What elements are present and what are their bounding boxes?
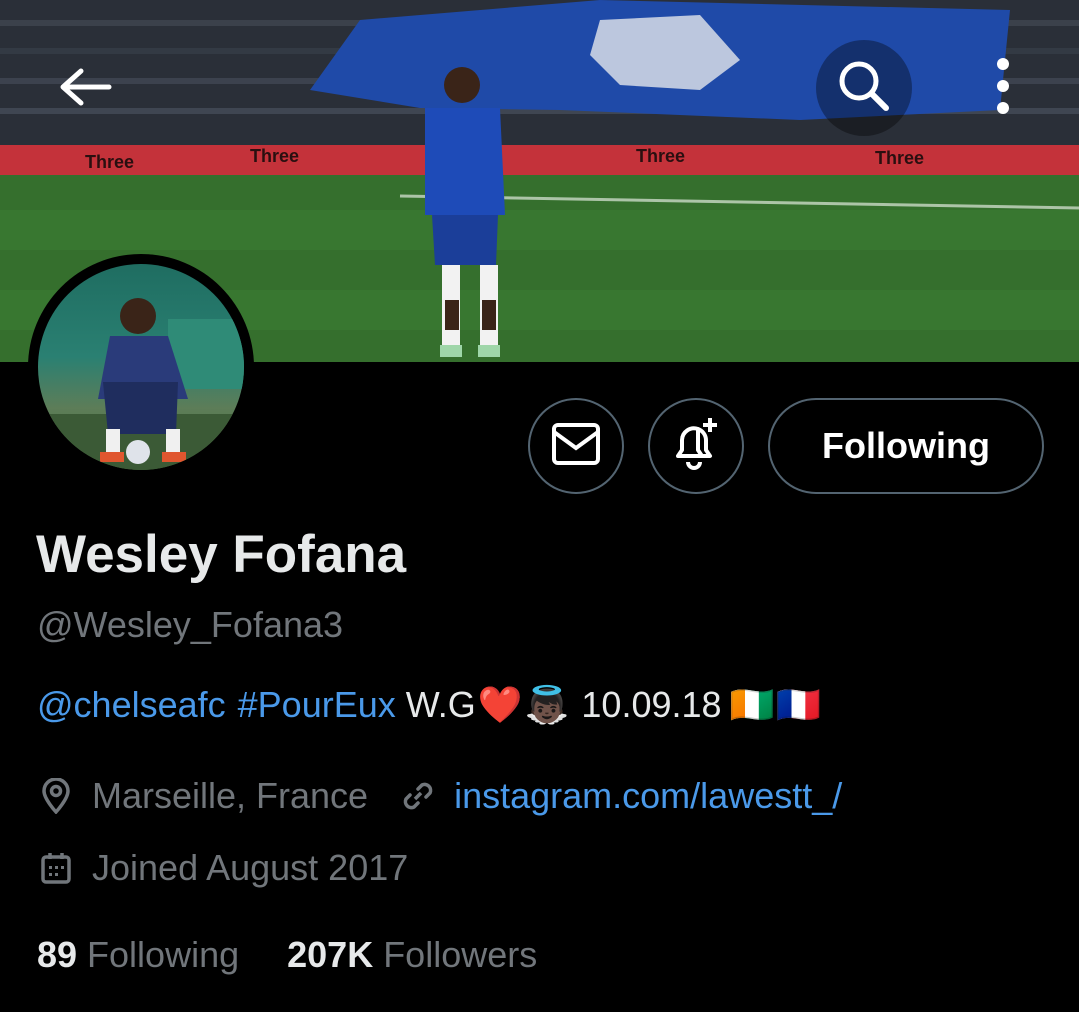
profile-meta-row: Marseille, France instagram.com/lawestt_… xyxy=(38,775,842,817)
location-pin-icon xyxy=(38,778,74,814)
followers-count: 207K xyxy=(287,934,374,975)
angel-emoji: 👼🏿 xyxy=(524,684,570,725)
followers-stat[interactable]: 207K Followers xyxy=(287,934,537,976)
flag-ivory-coast: 🇨🇮 xyxy=(729,684,775,725)
ad-board-3: Three xyxy=(636,146,685,166)
more-vertical-icon xyxy=(995,56,1011,121)
calendar-icon xyxy=(38,850,74,886)
envelope-icon xyxy=(551,422,601,471)
profile-website-link[interactable]: instagram.com/lawestt_/ xyxy=(454,775,842,817)
bell-plus-icon xyxy=(668,416,724,477)
followers-label: Followers xyxy=(383,934,538,975)
profile-joined-row: Joined August 2017 xyxy=(38,847,408,889)
following-button[interactable]: Following xyxy=(768,398,1044,494)
profile-joined-date: Joined August 2017 xyxy=(92,847,409,888)
profile-location: Marseille, France xyxy=(92,775,369,816)
search-button[interactable] xyxy=(816,40,912,136)
user-handle: @Wesley_Fofana3 xyxy=(37,604,344,645)
more-options-button[interactable] xyxy=(968,40,1038,136)
avatar-image xyxy=(38,264,244,470)
profile-stats: 89 Following 207K Followers xyxy=(37,934,585,976)
bio-mention-link[interactable]: @chelseafc xyxy=(37,684,226,726)
ad-board-2: Three xyxy=(250,146,299,166)
search-icon xyxy=(834,56,894,121)
bio-text: W.G xyxy=(405,684,476,725)
notifications-button[interactable] xyxy=(648,398,744,494)
following-label: Following xyxy=(87,934,240,975)
profile-bio: @chelseafc #PourEux W.G ❤️ 👼🏿 10.09.18 🇨… xyxy=(37,684,821,726)
following-stat[interactable]: 89 Following xyxy=(37,934,239,976)
display-name: Wesley Fofana xyxy=(36,525,407,584)
following-count: 89 xyxy=(37,934,78,975)
message-button[interactable] xyxy=(528,398,624,494)
avatar[interactable] xyxy=(28,254,254,480)
flag-france: 🇫🇷 xyxy=(776,684,822,725)
heart-emoji: ❤️ xyxy=(477,684,523,725)
ad-board-1: Three xyxy=(85,152,134,172)
ad-board-4: Three xyxy=(875,148,924,168)
bio-date: 10.09.18 xyxy=(581,684,722,725)
bio-hashtag-link[interactable]: #PourEux xyxy=(238,684,396,726)
back-button[interactable] xyxy=(40,44,130,134)
arrow-left-icon xyxy=(57,67,113,112)
link-icon xyxy=(400,778,436,814)
